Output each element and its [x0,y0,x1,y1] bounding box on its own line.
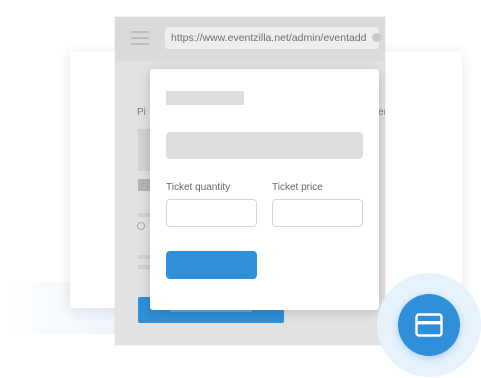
ticket-quantity-input[interactable] [166,199,257,227]
browser-status-dot [372,33,381,42]
credit-card-icon [415,313,443,337]
ticket-price-input[interactable] [272,199,363,227]
hamburger-menu-icon[interactable] [131,31,149,45]
background-radio-icon [137,222,145,230]
background-text-left: Pi [137,107,146,118]
payment-fab-button[interactable] [398,294,460,356]
ticket-name-field-placeholder[interactable] [166,132,363,159]
modal-submit-button[interactable] [166,251,257,279]
modal-title-placeholder [166,91,244,105]
ticket-modal: Ticket quantity Ticket price [150,69,379,310]
browser-toolbar: https://www.eventzilla.net/admin/eventad… [115,17,385,61]
background-text-right: ents [378,107,385,118]
address-bar[interactable]: https://www.eventzilla.net/admin/eventad… [165,27,379,49]
ticket-quantity-label: Ticket quantity [166,182,231,193]
ticket-price-label: Ticket price [272,182,323,193]
